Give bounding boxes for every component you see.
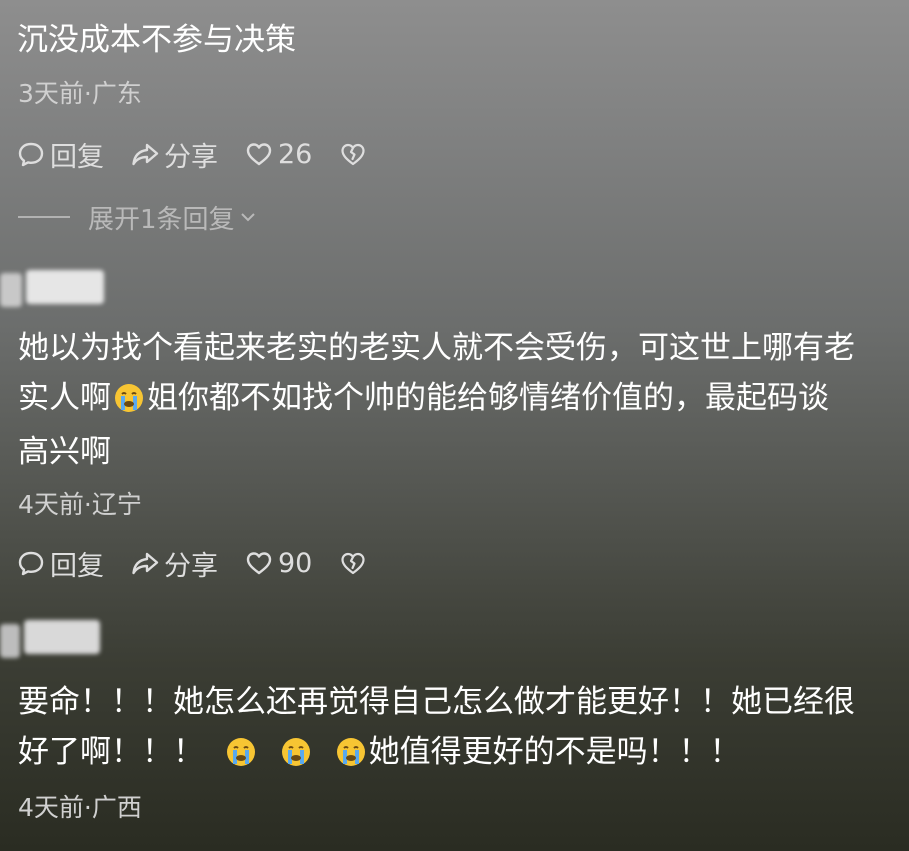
share-arrow-icon: [132, 552, 159, 575]
avatar-blurred[interactable]: [0, 620, 120, 660]
reply-label: 回复: [50, 141, 104, 173]
avatar-blurred[interactable]: [0, 270, 120, 310]
comment-2-line-2-a: 实人啊: [18, 380, 111, 416]
reply-label: 回复: [50, 550, 104, 582]
crying-face-emoji: [281, 737, 311, 767]
comment-3-line-2-b: 她值得更好的不是吗！！！: [368, 734, 741, 770]
broken-heart-icon: [341, 143, 365, 166]
comment-3-line-1: 要命！！！她怎么还再觉得自己怎么做才能更好！！她已经很: [18, 684, 855, 720]
comment-3-line-2: 好了啊！！！ 她值得更好的不是吗！！！: [18, 733, 741, 771]
comment-2-actions: 回复 分享 90: [16, 543, 398, 583]
share-button[interactable]: 分享: [130, 135, 218, 174]
comment-2-meta: 4天前·辽宁: [18, 490, 142, 519]
heart-icon: [246, 143, 272, 166]
crying-face-emoji: [226, 737, 256, 767]
like-button[interactable]: 26: [244, 139, 312, 170]
share-arrow-icon: [132, 143, 159, 166]
comment-3-meta: 4天前·广西: [18, 793, 142, 822]
like-count: 26: [278, 138, 313, 170]
broken-heart-icon: [341, 552, 365, 575]
comment-2-line-2: 实人啊 姐你都不如找个帅的能给够情绪价值的，最起码谈: [18, 379, 829, 417]
reply-button[interactable]: 回复: [16, 135, 104, 174]
comment-2-line-1: 她以为找个看起来老实的老实人就不会受伤，可这世上哪有老: [18, 330, 855, 366]
comment-2-line-2-b: 姐你都不如找个帅的能给够情绪价值的，最起码谈: [147, 380, 829, 416]
share-button[interactable]: 分享: [130, 544, 218, 583]
heart-icon: [246, 552, 272, 575]
expand-replies-label: 展开1条回复: [88, 204, 235, 235]
speech-bubble-icon: [18, 142, 44, 167]
dislike-button[interactable]: [338, 139, 372, 169]
share-label: 分享: [164, 550, 218, 582]
expand-divider: [18, 216, 70, 218]
dislike-button[interactable]: [338, 548, 372, 578]
crying-face-emoji: [114, 383, 144, 413]
chevron-down-icon: [240, 213, 255, 222]
like-count: 90: [278, 547, 313, 579]
comment-1-meta: 3天前·广东: [18, 79, 142, 108]
like-button[interactable]: 90: [244, 548, 312, 579]
expand-replies-button[interactable]: 展开1条回复: [18, 197, 257, 237]
comment-2-line-3: 高兴啊: [18, 434, 111, 470]
speech-bubble-icon: [18, 551, 44, 576]
comment-3-line-2-a: 好了啊！！！: [18, 734, 204, 770]
reply-button[interactable]: 回复: [16, 544, 104, 583]
comment-1-actions: 回复 分享 26: [16, 134, 398, 174]
crying-face-emoji: [336, 737, 366, 767]
share-label: 分享: [164, 141, 218, 173]
comment-1-text: 沉没成本不参与决策: [17, 22, 296, 58]
